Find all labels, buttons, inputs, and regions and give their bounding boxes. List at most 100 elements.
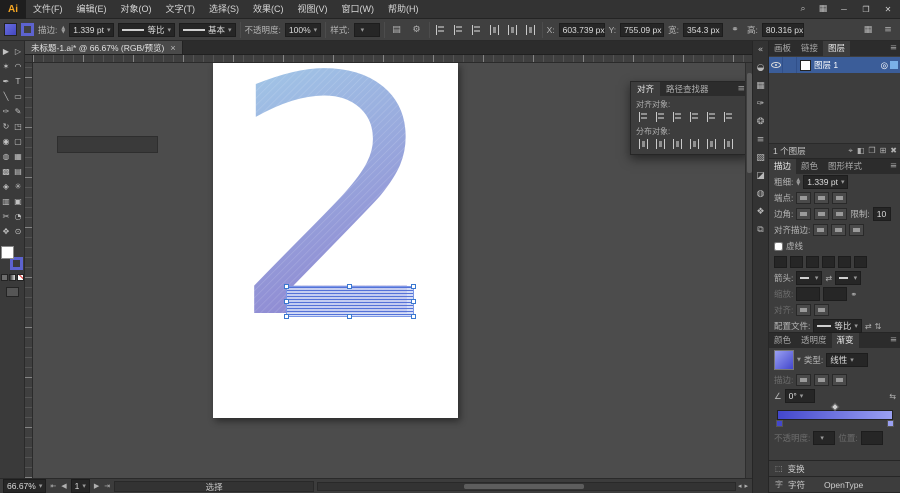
corner-round-button[interactable] [814,208,829,220]
menu-window[interactable]: 窗口(W) [335,0,382,19]
menu-edit[interactable]: 编辑(E) [70,0,114,19]
width-tool[interactable]: ◉ [1,134,12,148]
cap-round-button[interactable] [814,192,829,204]
mesh-tool[interactable]: ▩ [1,164,12,178]
flip-along-icon[interactable]: ⇄ [865,322,872,331]
panel-menu-icon[interactable]: ≡ [886,333,900,348]
tab-layers[interactable]: 图层 [823,41,850,56]
gradient-panel-icon[interactable]: ▧ [754,151,768,164]
cb-distribute-center-icon[interactable] [506,24,520,36]
blend-tool[interactable]: ◈ [1,179,12,193]
gradient-type-dropdown[interactable]: 线性 [826,353,868,367]
dash-field[interactable] [838,256,851,268]
distribute-left-icon[interactable] [687,138,701,150]
align-top-icon[interactable] [687,111,701,123]
new-layer-icon[interactable]: ⊞ [880,146,887,156]
appearance-panel-icon[interactable]: ◍ [754,187,768,200]
transform-label[interactable]: 变换 [788,463,805,475]
artboard[interactable]: 2 2 [213,63,458,418]
vertical-scrollbar[interactable] [745,63,752,478]
perspective-grid-tool[interactable]: ▦ [13,149,24,163]
align-stroke-center-button[interactable] [813,224,828,236]
gradient-stop-left[interactable] [776,420,783,427]
cb-align-center-icon[interactable] [452,24,466,36]
gradient-button[interactable] [9,274,16,281]
opentype-label[interactable]: OpenType [824,480,863,490]
workspace-switcher-icon[interactable]: ▦ [814,2,832,17]
new-sublayer-icon[interactable]: ❐ [868,146,875,156]
layer-row[interactable]: 图层 1 ◎ [769,57,900,73]
gradient-swatch[interactable] [774,350,794,370]
align-stroke-inside-button[interactable] [831,224,846,236]
direct-selection-tool[interactable]: ▷ [13,44,24,58]
eyedropper-tool[interactable]: ◔ [13,209,24,223]
first-artboard-icon[interactable]: ⇤ [49,482,57,490]
gradient-angle-field[interactable]: 0° [785,389,815,403]
previous-artboard-icon[interactable]: ◀ [60,482,67,490]
gradient-stop-right[interactable] [887,420,894,427]
selection-handle[interactable] [411,314,416,319]
cb-align-right-icon[interactable] [470,24,484,36]
style-dropdown[interactable] [354,23,380,37]
hand-tool[interactable]: ✥ [1,224,12,238]
selection-handle[interactable] [284,299,289,304]
layer-name[interactable]: 图层 1 [814,59,838,71]
panel-options-icon[interactable]: ≡ [880,22,896,37]
corner-miter-button[interactable] [796,208,811,220]
artboard-navigation-field[interactable]: 1 [71,479,90,493]
menu-type[interactable]: 文字(T) [159,0,203,19]
screen-mode-button[interactable] [6,287,19,297]
dash-field[interactable] [806,256,819,268]
pen-tool[interactable]: ✒ [1,74,12,88]
stroke-gradient-along-button[interactable] [814,374,829,386]
menu-view[interactable]: 视图(V) [291,0,335,19]
maximize-button[interactable]: ❐ [856,2,876,17]
opacity-field[interactable]: 100% [285,23,321,37]
menu-object[interactable]: 对象(O) [114,0,159,19]
align-left-icon[interactable] [636,111,650,123]
stroke-gradient-within-button[interactable] [796,374,811,386]
scroll-left-icon[interactable]: ◂ [737,482,743,490]
transparency-panel-icon[interactable]: ◪ [754,169,768,182]
menu-effect[interactable]: 效果(C) [246,0,291,19]
weight-field[interactable]: 1.339 pt [803,175,848,189]
arrow-align-end-button[interactable] [814,304,829,316]
column-graph-tool[interactable]: ▥ [1,194,12,208]
gradient-tool[interactable]: ▤ [13,164,24,178]
tab-stroke[interactable]: 描边 [769,159,796,174]
constrain-proportions-icon[interactable]: ⚭ [727,22,743,37]
y-field[interactable]: 755.09 px [620,23,664,37]
scale-end-field[interactable] [823,287,847,301]
none-button[interactable] [17,274,24,281]
dashed-line-checkbox[interactable] [774,242,783,251]
paintbrush-tool[interactable]: ✑ [1,104,12,118]
x-field[interactable]: 603.739 px [559,23,605,37]
stroke-swatch[interactable] [21,23,34,36]
corner-bevel-button[interactable] [832,208,847,220]
rotate-tool[interactable]: ↻ [1,119,12,133]
layer-target-icon[interactable]: ◎ [881,60,890,71]
next-artboard-icon[interactable]: ▶ [93,482,100,490]
symbols-panel-icon[interactable]: ❂ [754,115,768,128]
stroke-gradient-across-button[interactable] [832,374,847,386]
distribute-center-h-icon[interactable] [704,138,718,150]
brushes-panel-icon[interactable]: ✑ [754,97,768,110]
delete-layer-icon[interactable]: ✖ [890,146,897,156]
shape-builder-tool[interactable]: ◍ [1,149,12,163]
cb-align-left-icon[interactable] [434,24,448,36]
rectangle-tool[interactable]: ▭ [13,89,24,103]
tab-pathfinder[interactable]: 路径查找器 [660,82,715,96]
arrowhead-end-dropdown[interactable] [835,271,861,285]
minimize-button[interactable]: ─ [834,2,854,17]
distribute-top-icon[interactable] [636,138,650,150]
link-scale-icon[interactable]: ⚭ [850,290,857,299]
selection-handle[interactable] [411,284,416,289]
locate-object-icon[interactable]: ⌖ [848,146,853,156]
document-tab[interactable]: 未标题-1.ai* @ 66.67% (RGB/预览) × [25,41,183,54]
last-artboard-icon[interactable]: ⇥ [103,482,111,490]
character-label[interactable]: 字符 [788,479,805,491]
stroke-weight-field[interactable]: 1.339 pt [69,23,114,37]
zoom-tool[interactable]: ⊙ [13,224,24,238]
selection-handle[interactable] [347,314,352,319]
scale-tool[interactable]: ◳ [13,119,24,133]
